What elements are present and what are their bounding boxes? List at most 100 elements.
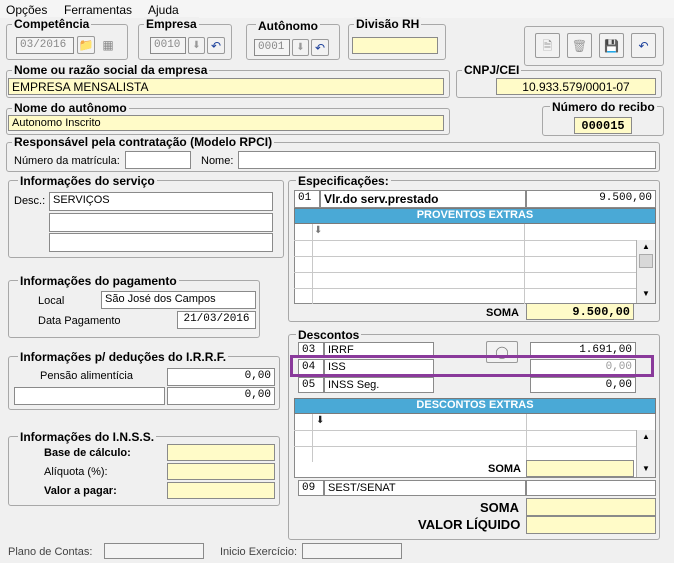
servico-code: 01 [294,190,320,208]
valor-pagar-label: Valor a pagar: [44,485,117,497]
scroll-up-icon[interactable]: ▲ [637,242,655,251]
aliquota-label: Alíquota (%): [44,466,108,478]
grid-line [294,446,636,447]
desc-input-2[interactable] [49,213,273,232]
folder-icon: 📁 [78,38,94,52]
desc-input-1[interactable]: SERVIÇOS [49,192,273,211]
deducao-valor-input[interactable]: 0,00 [167,387,275,405]
arrow-down-icon: ⬇ [192,39,201,51]
iss-highlight [290,355,654,377]
proventos-soma-label: SOMA [486,307,519,319]
matricula-input[interactable] [125,151,191,169]
menu-bar: Opções Ferramentas Ajuda [0,0,674,18]
valor-liquido-label: VALOR LÍQUIDO [418,517,521,532]
deducao-desc-input[interactable] [14,387,165,405]
descontos-label: Descontos [296,328,362,342]
valor-pagar-input[interactable] [167,482,275,499]
autonomo-label: Autônomo [256,19,320,33]
save-icon: 💾 [604,38,619,53]
matricula-label: Número da matrícula: [14,155,120,167]
inicio-exercicio-label: Inicio Exercício: [220,546,298,558]
grid-line [526,414,527,462]
open-folder-button[interactable]: 📁 [77,36,95,54]
grid-line [524,224,525,304]
cnpj-label: CNPJ/CEI [462,63,522,77]
grid-button[interactable]: ▦ [98,36,118,54]
nome-empresa-label: Nome ou razão social da empresa [12,63,210,77]
descontos-extras-soma-value [526,460,634,477]
menu-ferramentas[interactable]: Ferramentas [64,3,132,17]
desconto-desc-inss: INSS Seg. [324,377,434,393]
menu-ajuda[interactable]: Ajuda [148,3,179,17]
trash-icon: 🗑 [571,38,588,53]
cnpj-input[interactable]: 10.933.579/0001-07 [496,78,656,95]
recibo-input[interactable]: 000015 [574,117,632,134]
plano-contas-value [104,543,204,559]
servico-valor[interactable]: 9.500,00 [526,190,656,208]
empresa-input[interactable]: 0010 [150,37,186,54]
delete-button[interactable]: 🗑 [567,33,592,58]
arrow-down-icon: ⬇ [296,41,305,53]
recibo-label: Número do recibo [550,100,657,114]
nome-autonomo-input[interactable]: Autonomo Inscrito [8,115,444,131]
undo-icon: ↶ [638,38,649,53]
grid-line [294,256,636,257]
pensao-label: Pensão alimentícia [40,370,133,382]
undo-icon: ↶ [210,38,222,53]
scroll-thumb[interactable] [639,254,653,268]
pagamento-group [8,280,260,338]
responsavel-nome-label: Nome: [201,155,234,167]
local-input[interactable]: São José dos Campos [101,291,256,309]
responsavel-nome-input[interactable] [238,151,656,169]
grid-line [312,414,313,462]
new-document-button[interactable]: 🗎 [535,33,560,58]
aliquota-input[interactable] [167,463,275,480]
data-pagamento-input[interactable]: 21/03/2016 [177,311,256,329]
save-button[interactable]: 💾 [599,33,624,58]
descontos-scrollbar[interactable]: ▲ ▼ [636,430,655,477]
empresa-undo-button[interactable]: ↶ [207,37,225,54]
plano-contas-label: Plano de Contas: [8,546,93,558]
base-calculo-label: Base de cálculo: [44,447,131,459]
proventos-soma-value: 9.500,00 [526,303,634,320]
pensao-input[interactable]: 0,00 [167,368,275,386]
competencia-input[interactable]: 03/2016 [16,37,74,54]
row-arrow-icon: ⬇ [314,225,323,236]
grid-line [312,224,313,304]
scroll-down-icon[interactable]: ▼ [637,289,655,298]
base-calculo-input[interactable] [167,444,275,461]
desc-input-3[interactable] [49,233,273,252]
grid-line [294,430,636,431]
scroll-up-icon[interactable]: ▲ [637,432,655,441]
sest-code: 09 [298,480,324,496]
nome-autonomo-label: Nome do autônomo [12,101,129,115]
autonomo-lookup-button[interactable]: ⬇ [292,39,309,56]
proventos-header: PROVENTOS EXTRAS [294,208,656,224]
grid-line [294,240,636,241]
autonomo-undo-button[interactable]: ↶ [311,39,329,56]
divisao-label: Divisão RH [354,17,422,31]
servico-desc: Vlr.do serv.prestado [320,190,526,208]
desc-label: Desc.: [14,195,46,207]
nome-empresa-input[interactable]: EMPRESA MENSALISTA [8,78,444,95]
undo-icon: ↶ [314,40,326,55]
data-pagamento-label: Data Pagamento [38,315,121,327]
total-soma-label: SOMA [480,500,519,515]
empresa-lookup-button[interactable]: ⬇ [188,37,205,54]
sest-desc: SEST/SENAT [324,480,526,496]
undo-button[interactable]: ↶ [631,33,656,58]
inss-label: Informações do I.N.S.S. [18,430,157,444]
irrf-label: Informações p/ deduções do I.R.R.F. [18,350,229,364]
desconto-valor-inss[interactable]: 0,00 [530,377,636,393]
pagamento-label: Informações do pagamento [18,274,179,288]
divisao-input[interactable] [352,37,438,54]
local-label: Local [38,295,65,307]
menu-opcoes[interactable]: Opções [6,3,47,17]
sest-value[interactable] [526,480,656,496]
grid-icon: ▦ [102,38,114,52]
empresa-label: Empresa [144,17,199,31]
scroll-down-icon[interactable]: ▼ [637,464,655,473]
servico-label: Informações do serviço [18,174,157,188]
proventos-scrollbar[interactable]: ▲ ▼ [636,240,655,303]
autonomo-input[interactable]: 0001 [254,39,290,56]
